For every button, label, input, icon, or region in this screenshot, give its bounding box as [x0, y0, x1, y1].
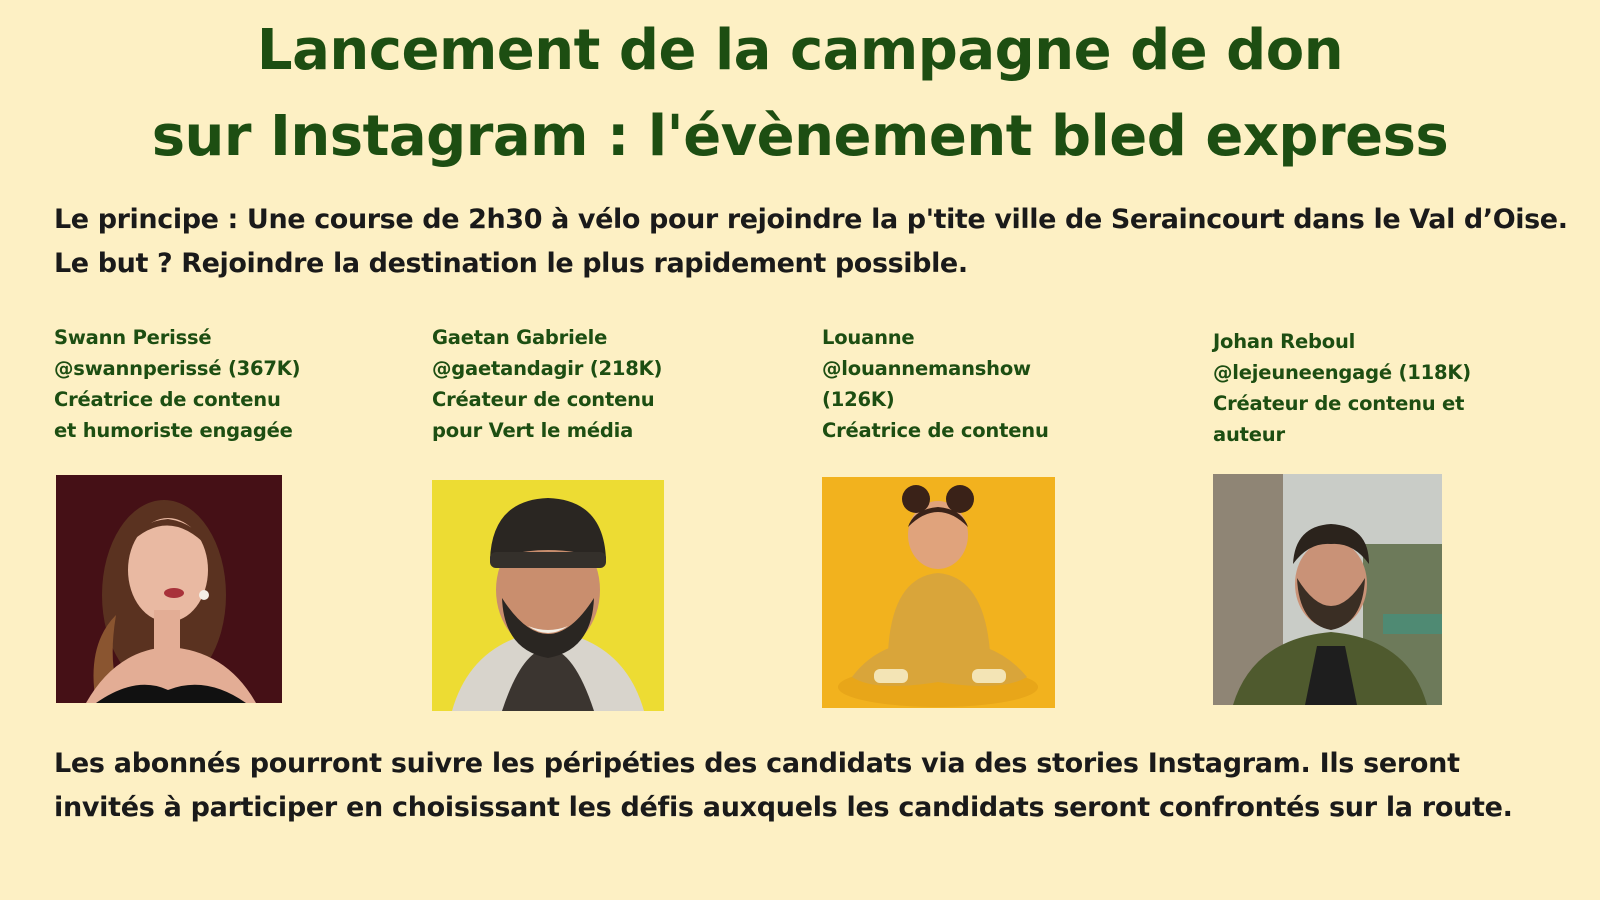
- person-handle: @gaetandagir (218K): [432, 357, 663, 380]
- person-name: Johan Reboul: [1213, 330, 1356, 353]
- photo-louanne: [822, 477, 1055, 708]
- person-card-swann: Swann Perissé @swannperissé (367K) Créat…: [54, 322, 301, 446]
- person-card-johan: Johan Reboul @lejeuneengagé (118K) Créat…: [1213, 326, 1471, 450]
- title-line-1: Lancement de la campagne de don: [256, 18, 1344, 83]
- principle-text: Le principe : Une course de 2h30 à vélo …: [54, 204, 1568, 279]
- page-title: Lancement de la campagne de don sur Inst…: [0, 8, 1600, 180]
- person-handle-count: (126K): [822, 388, 895, 411]
- person-info: Louanne @louannemanshow (126K) Créatrice…: [822, 322, 1049, 446]
- person-info: Johan Reboul @lejeuneengagé (118K) Créat…: [1213, 326, 1471, 450]
- person-card-louanne: Louanne @louannemanshow (126K) Créatrice…: [822, 322, 1049, 446]
- photo-swann: [56, 475, 282, 703]
- photo-gaetan: [432, 480, 664, 711]
- person-role-cont: auteur: [1213, 423, 1285, 446]
- person-name: Gaetan Gabriele: [432, 326, 608, 349]
- person-name: Swann Perissé: [54, 326, 212, 349]
- person-handle: @swannperissé (367K): [54, 357, 301, 380]
- person-role: Créateur de contenu: [432, 388, 655, 411]
- person-info: Gaetan Gabriele @gaetandagir (218K) Créa…: [432, 322, 662, 446]
- person-role-cont: et humoriste engagée: [54, 419, 293, 442]
- person-role: Créateur de contenu et: [1213, 392, 1465, 415]
- person-role: Créatrice de contenu: [822, 419, 1049, 442]
- person-card-gaetan: Gaetan Gabriele @gaetandagir (218K) Créa…: [432, 322, 662, 446]
- person-handle: @louannemanshow: [822, 357, 1031, 380]
- footer-text: Les abonnés pourront suivre les péripéti…: [54, 748, 1513, 823]
- photo-johan: [1213, 474, 1442, 705]
- person-role: Créatrice de contenu: [54, 388, 281, 411]
- title-line-2: sur Instagram : l'évènement bled express: [151, 104, 1449, 169]
- person-handle: @lejeuneengagé (118K): [1213, 361, 1471, 384]
- person-role-cont: pour Vert le média: [432, 419, 634, 442]
- person-name: Louanne: [822, 326, 915, 349]
- person-info: Swann Perissé @swannperissé (367K) Créat…: [54, 322, 301, 446]
